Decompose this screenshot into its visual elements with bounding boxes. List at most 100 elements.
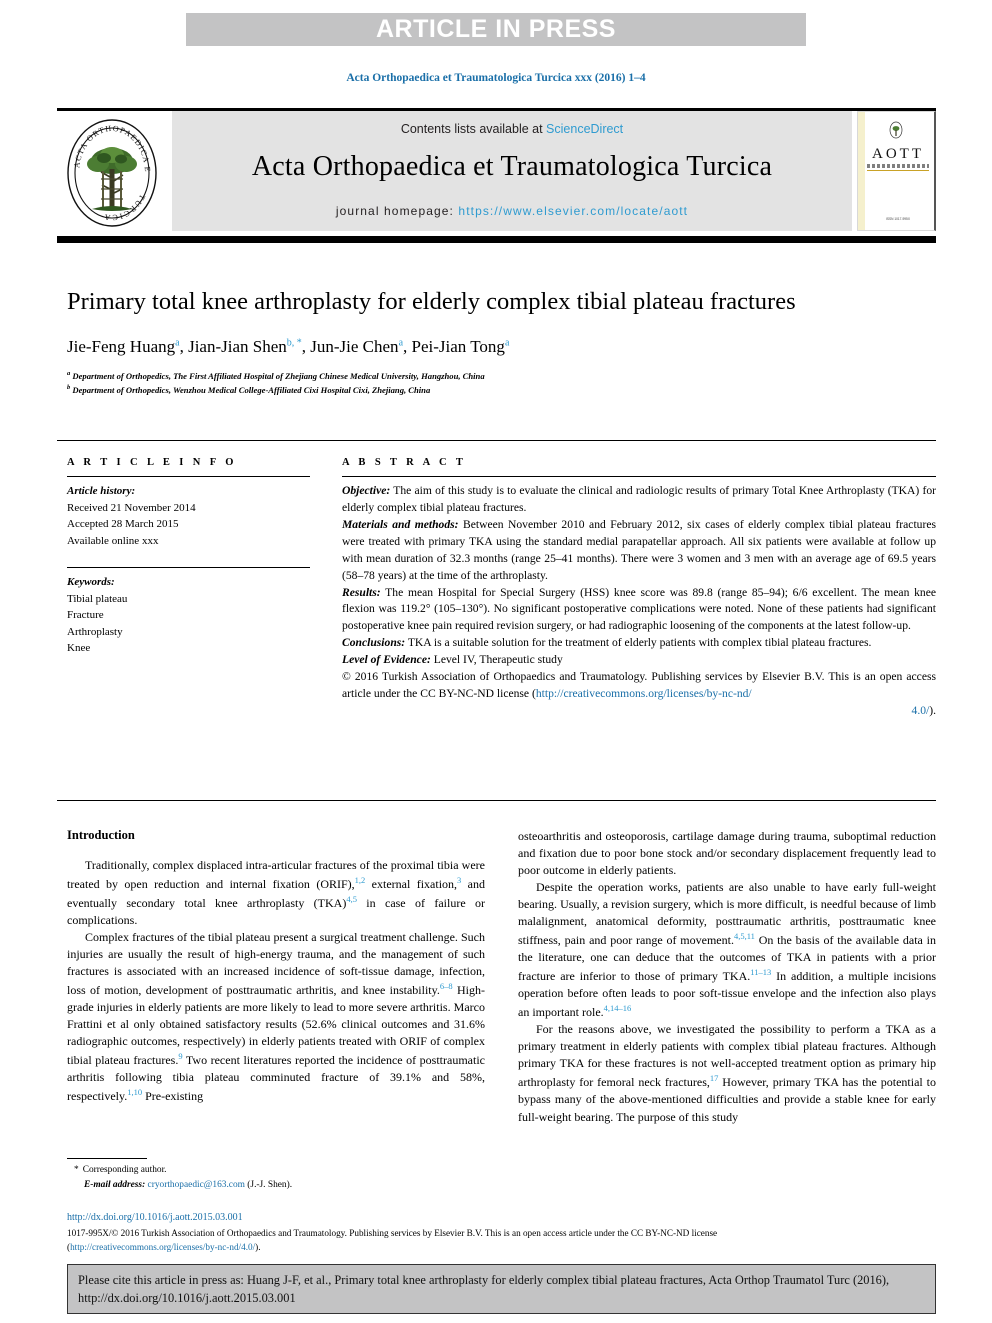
abstract-body: Objective: The aim of this study is to e… — [342, 483, 936, 720]
citation-reference[interactable]: 11–13 — [750, 967, 771, 977]
cc-license-link-tail[interactable]: 4.0/ — [912, 704, 930, 717]
abstract-section-label: Conclusions: — [342, 636, 406, 650]
cover-emblem-icon — [888, 121, 904, 141]
cover-divider-rule — [867, 170, 929, 171]
affiliation-item: a Department of Orthopedics, The First A… — [67, 369, 867, 383]
keywords-rule — [67, 567, 310, 568]
affiliation-item: b Department of Orthopedics, Wenzhou Med… — [67, 383, 867, 397]
author-affiliation-mark: a — [504, 337, 510, 349]
abstract-section: Results: The mean Hospital for Special S… — [342, 585, 936, 636]
introduction-heading: Introduction — [67, 828, 135, 842]
info-section-bottom-rule — [57, 800, 936, 801]
sciencedirect-link[interactable]: ScienceDirect — [546, 122, 623, 136]
issn-copyright-line: 1017-995X/© 2016 Turkish Association of … — [67, 1227, 718, 1238]
cover-journal-abbrev: AOTT — [872, 146, 924, 162]
body-paragraph: osteoarthritis and osteoporosis, cartila… — [518, 829, 936, 878]
article-info-column: A R T I C L E I N F O Article history: R… — [67, 457, 310, 657]
masthead-bottom-rule — [57, 236, 936, 243]
author-name: Pei-Jian Tong — [411, 337, 505, 357]
body-paragraph: Complex fractures of the tibial plateau … — [67, 930, 485, 1104]
article-body: Introduction Traditionally, complex disp… — [67, 828, 936, 1198]
cite-this-article-box: Please cite this article in press as: Hu… — [67, 1264, 936, 1315]
cc-license-link[interactable]: http://creativecommons.org/licenses/by-n… — [536, 687, 752, 700]
abstract-section: Level of Evidence: Level IV, Therapeutic… — [342, 652, 936, 669]
contents-lists-line: Contents lists available at ScienceDirec… — [172, 122, 852, 136]
author-list: Jie-Feng Huanga, Jian-Jian Shenb, *, Jun… — [67, 337, 510, 357]
keyword-item: Arthroplasty — [67, 625, 123, 638]
keyword-item: Knee — [67, 642, 91, 654]
citation-reference[interactable]: 4,14–16 — [604, 1003, 632, 1013]
journal-homepage-url[interactable]: https://www.elsevier.com/locate/aott — [458, 204, 688, 218]
citation-reference[interactable]: 17 — [710, 1073, 719, 1083]
citation-reference[interactable]: 1,2 — [355, 875, 366, 885]
cover-spine-strip — [858, 112, 865, 230]
email-owner: (J.-J. Shen). — [247, 1180, 293, 1191]
cite-this-article-text: Please cite this article in press as: Hu… — [78, 1273, 890, 1305]
footer-copyright-block: http://dx.doi.org/10.1016/j.aott.2015.03… — [67, 1210, 936, 1254]
journal-homepage-line: journal homepage: https://www.elsevier.c… — [172, 204, 852, 218]
author-name: Jian-Jian Shen — [188, 337, 287, 357]
affiliation-list: a Department of Orthopedics, The First A… — [67, 369, 867, 397]
abstract-rule — [342, 476, 936, 477]
abstract-column: A B S T R A C T Objective: The aim of th… — [342, 457, 936, 720]
body-paragraph: For the reasons above, we investigated t… — [518, 1022, 937, 1124]
body-column-left: Introduction Traditionally, complex disp… — [67, 828, 485, 1105]
footer-cc-license-link[interactable]: http://creativecommons.org/licenses/by-n… — [70, 1242, 255, 1252]
keywords-label: Keywords: — [67, 576, 115, 588]
abstract-section-label: Materials and methods: — [342, 517, 459, 531]
citation-reference[interactable]: 9 — [178, 1051, 182, 1061]
keywords-block: Keywords: Tibial plateau Fracture Arthro… — [67, 567, 310, 657]
article-in-press-banner: ARTICLE IN PRESS — [186, 13, 806, 46]
citation-reference[interactable]: 4,5,11 — [734, 931, 755, 941]
corresponding-author-star: * — [74, 1165, 79, 1175]
email-link[interactable]: cryorthopaedic@163.com — [148, 1180, 245, 1190]
citation-reference[interactable]: 4,5 — [346, 894, 357, 904]
abstract-section: Materials and methods: Between November … — [342, 517, 936, 585]
author-item: Pei-Jian Tonga — [412, 337, 510, 356]
abstract-section-text: The aim of this study is to evaluate the… — [342, 484, 936, 514]
body-paragraph: Traditionally, complex displaced intra-a… — [67, 858, 485, 928]
corresponding-author-note: * Corresponding author. E-mail address: c… — [74, 1163, 474, 1193]
journal-title: Acta Orthopaedica et Traumatologica Turc… — [251, 151, 773, 182]
article-history-item: Accepted 28 March 2015 — [67, 518, 179, 530]
copyright-suffix: ). — [929, 703, 936, 717]
abstract-copyright: © 2016 Turkish Association of Orthopaedi… — [342, 669, 936, 720]
journal-masthead: ACTA ORTHOPAEDICA ET TRAUMATOLOGICA TURC… — [57, 110, 936, 233]
affiliation-mark: a — [67, 370, 71, 378]
keyword-item: Tibial plateau — [67, 592, 128, 605]
paper-title: Primary total knee arthroplasty for elde… — [67, 288, 796, 315]
body-column-right: osteoarthritis and osteoporosis, cartila… — [518, 828, 936, 1126]
citation-reference[interactable]: 6–8 — [440, 981, 453, 991]
article-history-item: Received 21 November 2014 — [67, 501, 196, 514]
article-info-rule — [67, 476, 310, 477]
abstract-section-label: Level of Evidence: — [342, 653, 431, 667]
author-item: Jie-Feng Huanga — [67, 337, 180, 356]
journal-seal-logo: ACTA ORTHOPAEDICA ET TRAUMATOLOGICA TURC… — [60, 110, 160, 229]
journal-cover-thumbnail: AOTT ISSN 1017-995X — [857, 111, 936, 231]
article-history-block: Article history: Received 21 November 20… — [67, 483, 310, 549]
body-paragraph: Despite the operation works, patients ar… — [518, 880, 937, 1020]
citation-reference[interactable]: 1,10 — [127, 1087, 142, 1097]
journal-citation-line: Acta Orthopaedica et Traumatologica Turc… — [346, 72, 646, 84]
email-label: E-mail address: — [84, 1180, 146, 1191]
article-history-item: Available online xxx — [67, 534, 159, 547]
cover-subtitle-bar — [867, 164, 929, 168]
doi-link[interactable]: http://dx.doi.org/10.1016/j.aott.2015.03… — [67, 1210, 936, 1226]
keyword-item: Fracture — [67, 609, 104, 621]
contents-lists-prefix: Contents lists available at — [400, 122, 547, 136]
journal-article-page: ARTICLE IN PRESS Acta Orthopaedica et Tr… — [0, 0, 992, 1323]
author-item: Jun-Jie Chena — [310, 337, 403, 356]
abstract-section-label: Objective: — [342, 484, 391, 497]
journal-homepage-label: journal homepage: — [335, 204, 459, 218]
title-block: Primary total knee arthroplasty for elde… — [67, 286, 867, 397]
footnote-rule — [67, 1158, 147, 1159]
author-affiliation-mark: b, * — [286, 337, 302, 349]
article-info-heading: A R T I C L E I N F O — [67, 457, 237, 468]
citation-reference[interactable]: 3 — [457, 875, 461, 885]
cover-footer-text: ISSN 1017-995X — [886, 216, 910, 221]
author-item: Jian-Jian Shenb, * — [188, 337, 302, 356]
article-history-label: Article history: — [67, 485, 136, 497]
author-name: Jun-Jie Chen — [310, 337, 399, 357]
abstract-section-text: TKA is a suitable solution for the treat… — [405, 636, 872, 650]
author-affiliation-mark: a — [175, 337, 180, 349]
